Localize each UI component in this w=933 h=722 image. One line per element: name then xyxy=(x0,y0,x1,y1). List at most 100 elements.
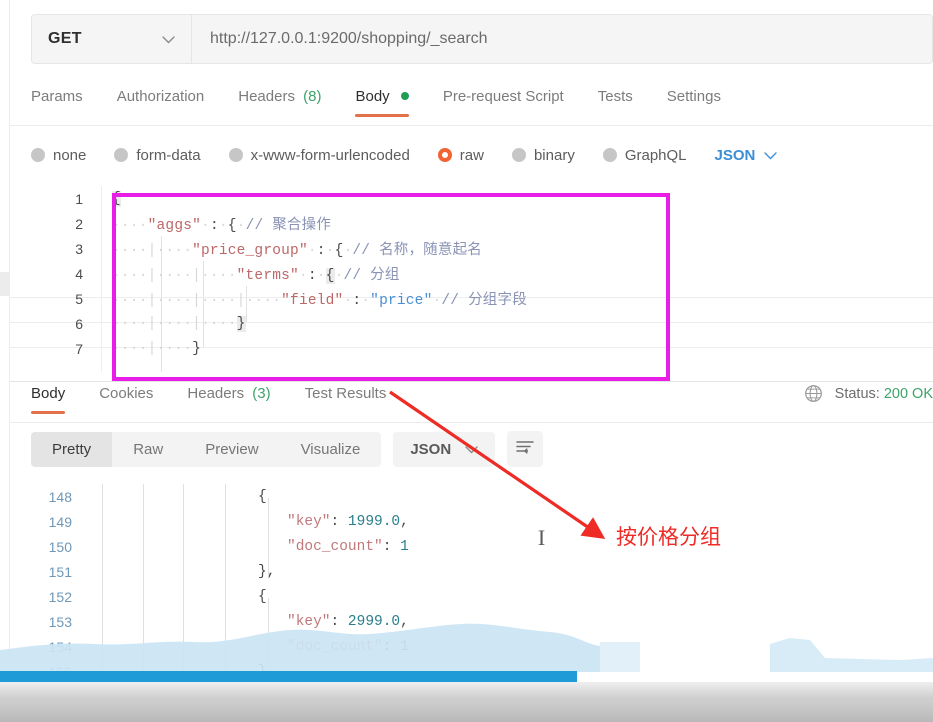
text-cursor-icon: I xyxy=(537,525,546,550)
raw-format-select[interactable]: JSON xyxy=(715,147,778,164)
tab-params-label: Params xyxy=(31,88,83,105)
raw-format-label: JSON xyxy=(714,146,756,164)
request-body-editor[interactable]: 1 { 2 ····"aggs"·:·{·// 聚合操作 3 ····|····… xyxy=(10,186,933,372)
request-url-input[interactable]: http://127.0.0.1:9200/shopping/_search xyxy=(192,15,932,63)
window-left-edge xyxy=(0,0,10,722)
annotation-label: 按价格分组 xyxy=(616,525,721,549)
response-line: 148 { xyxy=(10,484,933,509)
body-type-raw[interactable]: raw xyxy=(437,146,484,164)
radio-urlencoded-icon xyxy=(228,148,243,162)
body-present-dot-icon xyxy=(400,92,409,100)
editor-line-number: 1 xyxy=(75,190,83,207)
request-tab-bar: Params Authorization Headers (8) Body Pr… xyxy=(31,86,755,122)
response-line: 150 "doc_count": 1 xyxy=(10,534,933,559)
tab-authorization[interactable]: Authorization xyxy=(117,86,205,117)
response-status-area: Status: 200 OK xyxy=(804,384,933,403)
tab-pre-request-script[interactable]: Pre-request Script xyxy=(443,86,564,117)
editor-line-number: 3 xyxy=(75,240,83,257)
response-tab-headers-label: Headers xyxy=(187,385,245,402)
response-line-number: 153 xyxy=(48,613,72,630)
response-tab-cookies[interactable]: Cookies xyxy=(99,383,153,414)
radio-binary-icon xyxy=(511,148,526,162)
radio-form-data-icon xyxy=(114,148,129,162)
body-type-urlencoded[interactable]: x-www-form-urlencoded xyxy=(228,147,410,164)
response-line-number: 148 xyxy=(48,488,72,505)
response-tab-headers-count: (3) xyxy=(252,385,271,402)
body-type-none-label: none xyxy=(53,146,87,164)
body-type-radio-group: none form-data x-www-form-urlencoded raw… xyxy=(31,140,778,170)
status-badge[interactable]: Status: 200 OK xyxy=(835,386,933,402)
editor-line-number: 4 xyxy=(75,265,83,282)
tab-settings[interactable]: Settings xyxy=(667,86,721,117)
body-type-binary-label: binary xyxy=(533,146,575,164)
editor-line: 3 ····|····"price_group"·:·{·// 名称，随意起名 xyxy=(10,236,933,261)
tab-settings-label: Settings xyxy=(666,88,721,105)
body-type-none[interactable]: none xyxy=(31,147,86,164)
response-line: 153 "key": 2999.0, xyxy=(10,609,933,634)
response-line: 149 "key": 1999.0, xyxy=(10,509,933,534)
request-tabs-divider xyxy=(10,125,933,126)
tab-headers[interactable]: Headers (8) xyxy=(238,86,321,117)
wrap-lines-button[interactable] xyxy=(507,431,544,467)
horizontal-scrollbar-thumb[interactable] xyxy=(0,671,577,682)
tab-authorization-label: Authorization xyxy=(116,88,205,105)
response-format-select[interactable]: JSON xyxy=(393,431,496,467)
editor-line-number: 5 xyxy=(75,290,83,307)
tab-tests-label: Tests xyxy=(597,88,633,105)
response-body-view[interactable]: 148 { 149 "key": 1999.0, 150 "doc_count"… xyxy=(10,484,933,699)
response-line: 154 "doc_count": 1 xyxy=(10,634,933,659)
body-type-form-data[interactable]: form-data xyxy=(114,147,201,164)
body-type-binary[interactable]: binary xyxy=(511,146,575,164)
editor-line: 5 ····|····|····|····"field"·:·"price"·/… xyxy=(10,286,933,311)
response-tab-headers[interactable]: Headers (3) xyxy=(187,383,270,414)
postman-window: GET http://127.0.0.1:9200/shopping/_sear… xyxy=(0,0,933,722)
http-method-label: GET xyxy=(48,30,82,47)
response-tab-bar: Body Cookies Headers (3) Test Results xyxy=(31,383,420,417)
response-line: 151 }, xyxy=(10,559,933,584)
radio-none-icon xyxy=(31,148,45,162)
editor-line-number: 2 xyxy=(75,215,83,232)
response-line-number: 150 xyxy=(48,538,72,555)
request-url-value: http://127.0.0.1:9200/shopping/_search xyxy=(210,30,488,47)
response-line-number: 149 xyxy=(48,513,72,530)
view-mode-pretty[interactable]: Pretty xyxy=(31,431,113,467)
tab-headers-count: (8) xyxy=(303,88,322,105)
response-lines: 148 { 149 "key": 1999.0, 150 "doc_count"… xyxy=(10,484,933,684)
window-bottom-shade xyxy=(0,682,933,699)
response-view-mode-group: Pretty Raw Preview Visualize xyxy=(31,431,382,467)
editor-line: 7 ····|····} xyxy=(10,336,933,361)
view-mode-visualize[interactable]: Visualize xyxy=(280,432,382,467)
editor-line: 1 { xyxy=(10,186,933,211)
response-line: 152 { xyxy=(10,584,933,609)
chevron-down-icon xyxy=(162,33,175,46)
radio-graphql-icon xyxy=(602,148,617,162)
response-view-controls: Pretty Raw Preview Visualize JSON xyxy=(31,431,544,467)
body-type-raw-label: raw xyxy=(459,146,484,164)
chevron-down-icon xyxy=(764,149,778,162)
body-type-graphql-label: GraphQL xyxy=(624,146,687,164)
tab-tests[interactable]: Tests xyxy=(598,86,633,117)
tab-body[interactable]: Body xyxy=(355,86,410,117)
tab-params[interactable]: Params xyxy=(31,86,83,117)
wrap-lines-icon xyxy=(515,439,535,460)
tab-body-label: Body xyxy=(355,88,390,105)
view-mode-raw[interactable]: Raw xyxy=(112,432,184,467)
radio-raw-selected-icon xyxy=(437,148,452,162)
window-bottom-bar: ✱ ✱ ◌◌ ◌◌ xyxy=(0,699,933,722)
globe-icon xyxy=(804,384,823,403)
response-line-number: 151 xyxy=(48,563,72,580)
http-method-select[interactable]: GET xyxy=(32,15,192,63)
view-mode-preview[interactable]: Preview xyxy=(184,432,279,467)
editor-line: 2 ····"aggs"·:·{·// 聚合操作 xyxy=(10,211,933,236)
response-tab-body-label: Body xyxy=(31,385,66,402)
editor-line-number: 7 xyxy=(75,340,83,357)
response-tab-test-results[interactable]: Test Results xyxy=(305,383,387,414)
response-section-divider xyxy=(10,381,933,382)
status-code-value: 200 OK xyxy=(883,385,933,402)
body-type-graphql[interactable]: GraphQL xyxy=(602,146,687,164)
response-tab-cookies-label: Cookies xyxy=(99,385,154,402)
response-tab-body[interactable]: Body xyxy=(31,383,66,414)
response-line-number: 154 xyxy=(48,638,72,655)
response-tab-test-results-label: Test Results xyxy=(304,385,387,402)
response-format-label: JSON xyxy=(410,440,452,458)
